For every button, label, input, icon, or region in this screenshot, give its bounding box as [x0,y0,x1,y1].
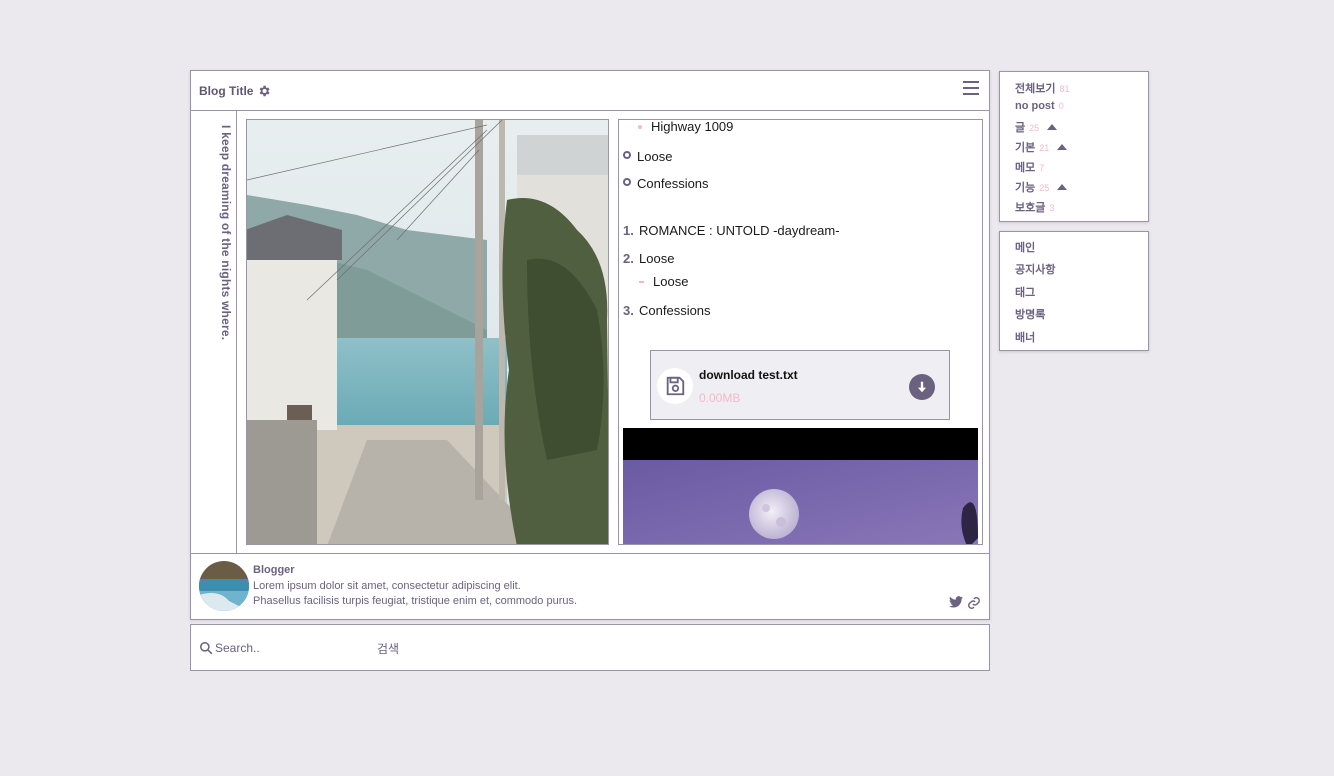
list-item: Confessions [639,303,711,318]
category-count: 3 [1049,203,1055,213]
circle-bullet-icon [623,178,631,186]
profile-description: Phasellus facilisis turpis feugiat, tris… [253,595,578,607]
category-panel: 전체보기 81 no post 0 글 25 기본 21 메모 7 기능 25 보호글 3 [999,71,1149,222]
link-icon[interactable] [967,596,981,610]
category-item[interactable]: 메모 7 [1015,159,1044,175]
search-bar: 검색 [190,624,990,671]
category-item[interactable]: 기본 21 [1015,139,1068,155]
avatar[interactable] [199,561,249,611]
post-content: Highway 1009 Loose Confessions 1. ROMANC… [618,119,983,545]
list-item: Loose [639,251,675,266]
category-item[interactable]: 보호글 3 [1015,199,1054,215]
category-item[interactable]: no post 0 [1015,100,1064,112]
list-item: Highway 1009 [651,119,734,134]
category-item[interactable]: 기능 25 [1015,179,1068,195]
list-number: 2. [623,251,634,266]
caret-up-icon[interactable] [1047,124,1058,130]
caret-up-icon[interactable] [1057,184,1068,190]
search-icon [199,641,213,655]
nav-item-banner[interactable]: 배너 [1015,329,1035,345]
download-arrow-icon[interactable] [909,374,935,400]
category-count: 21 [1039,143,1050,153]
twitter-icon[interactable] [949,596,963,608]
caret-up-icon[interactable] [1057,144,1068,150]
list-item: Loose [653,274,689,289]
dash-bullet [639,281,644,283]
file-download-card[interactable]: download test.txt 0.00MB [650,350,950,420]
vertical-tagline: I keep dreaming of the nights where. [219,125,233,341]
file-name: download test.txt [699,368,798,382]
list-number: 1. [623,223,634,238]
gear-icon[interactable] [257,84,271,98]
category-count: 81 [1059,84,1070,94]
category-count: 7 [1039,163,1045,173]
bullet-dot [638,125,642,129]
blog-title[interactable]: Blog Title [199,84,253,98]
category-count: 25 [1029,123,1040,133]
moon-image [623,428,978,544]
cover-photo [246,119,609,545]
street-photo-illustration [247,120,608,544]
profile-description: Lorem ipsum dolor sit amet, consectetur … [253,580,521,592]
category-item[interactable]: 전체보기 81 [1015,80,1070,96]
navigation-panel: 메인 공지사항 태그 방명록 배너 [999,231,1149,351]
nav-item-notice[interactable]: 공지사항 [1015,261,1055,277]
category-count: 25 [1039,183,1050,193]
nav-item-guestbook[interactable]: 방명록 [1015,306,1045,322]
search-button[interactable]: 검색 [377,640,399,657]
menu-icon[interactable] [963,81,979,95]
category-item[interactable]: 글 25 [1015,119,1058,135]
floppy-disk-icon [657,368,693,404]
search-input[interactable] [215,637,365,659]
list-number: 3. [623,303,634,318]
blog-main-card: Blog Title I keep dreaming of the nights… [190,70,990,620]
list-item: Confessions [637,176,709,191]
file-size: 0.00MB [699,391,741,405]
nav-item-main[interactable]: 메인 [1015,239,1035,255]
vertical-text-column: I keep dreaming of the nights where. [191,111,237,554]
circle-bullet-icon [623,151,631,159]
content-area: I keep dreaming of the nights where. Hig… [191,111,989,554]
profile-section: Blogger Lorem ipsum dolor sit amet, cons… [191,553,989,619]
category-count: 0 [1058,101,1064,111]
list-item: Loose [637,149,673,164]
nav-item-tag[interactable]: 태그 [1015,284,1035,300]
blogger-name: Blogger [253,564,295,576]
blog-header: Blog Title [191,71,989,111]
list-item: ROMANCE : UNTOLD -daydream- [639,223,840,238]
